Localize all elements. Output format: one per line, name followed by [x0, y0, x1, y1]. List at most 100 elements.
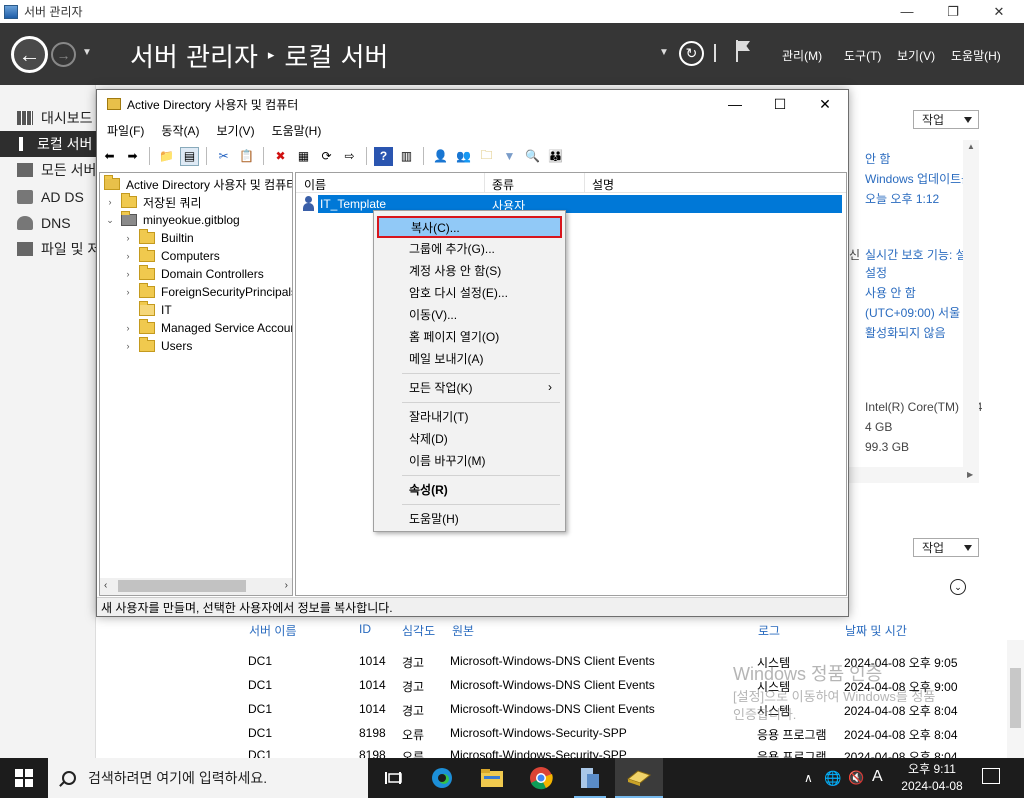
scroll-up-icon[interactable]: ▲ [967, 142, 975, 151]
new-ou-icon[interactable]: 🗀 [477, 147, 496, 166]
notification-center-icon[interactable] [982, 768, 1000, 784]
properties-hscrollbar[interactable] [848, 467, 963, 483]
property-value[interactable]: 안 함 [865, 150, 890, 167]
aduc-close-button[interactable]: ✕ [802, 90, 848, 118]
menu-item-rename[interactable]: 이름 바꾸기(M) [377, 449, 562, 471]
menu-action[interactable]: 동작(A) [161, 122, 199, 139]
col-name[interactable]: 이름 [304, 176, 326, 193]
help-icon[interactable]: ? [374, 146, 393, 166]
copy-icon[interactable]: 📋 [237, 147, 256, 166]
add-to-group-icon[interactable]: 👪 [546, 147, 565, 166]
edge-browser-icon[interactable] [418, 758, 466, 798]
file-explorer-icon[interactable] [468, 758, 516, 798]
chevron-right-icon[interactable]: › [122, 287, 134, 297]
tree-item-foreign-security[interactable]: › ForeignSecurityPrincipals [122, 283, 292, 301]
menu-view[interactable]: 보기(V) [897, 47, 935, 64]
events-col-server[interactable]: 서버 이름 [249, 622, 297, 639]
notifications-flag-icon[interactable] [736, 40, 752, 62]
events-col-log[interactable]: 로그 [758, 622, 780, 639]
collapse-circle-icon[interactable]: ⌄ [950, 579, 966, 595]
menu-item-send-mail[interactable]: 메일 보내기(A) [377, 347, 562, 369]
tree-item-users[interactable]: › Users [122, 337, 192, 355]
tree-root[interactable]: Active Directory 사용자 및 컴퓨터 [104, 175, 292, 193]
events-col-id[interactable]: ID [359, 622, 371, 636]
sidebar-item-all-servers[interactable]: 모든 서버 [0, 157, 96, 183]
menu-view[interactable]: 보기(V) [216, 122, 254, 139]
col-description[interactable]: 설명 [592, 176, 614, 193]
cut-icon[interactable]: ✂ [214, 147, 233, 166]
col-type[interactable]: 종류 [492, 176, 514, 193]
find-icon[interactable]: 🔍 [523, 147, 542, 166]
chevron-right-icon[interactable]: › [122, 269, 134, 279]
menu-tools[interactable]: 도구(T) [844, 47, 881, 64]
forward-arrow-icon[interactable]: ➡ [123, 147, 142, 166]
windows-start-icon[interactable] [15, 769, 33, 787]
menu-manage[interactable]: 관리(M) [782, 47, 822, 64]
back-arrow-icon[interactable]: ⬅ [100, 147, 119, 166]
properties-scrollbar[interactable]: ▲ ▶ [963, 140, 979, 483]
tree-item-managed-service[interactable]: › Managed Service Accounts [122, 319, 292, 337]
menu-item-copy[interactable]: 복사(C)... [377, 216, 562, 238]
property-value[interactable]: 실시간 보호 기능: 설정 [865, 246, 978, 263]
tree-item-it[interactable]: IT [122, 301, 172, 319]
menu-item-add-to-group[interactable]: 그룹에 추가(G)... [377, 237, 562, 259]
chevron-right-icon[interactable]: › [122, 341, 134, 351]
column-separator[interactable] [484, 173, 485, 193]
maximize-button[interactable]: ❐ [930, 0, 976, 23]
aduc-maximize-button[interactable]: ☐ [757, 90, 803, 118]
property-value[interactable]: 오늘 오후 1:12 [865, 190, 939, 207]
property-value[interactable]: 사용 안 함 [865, 284, 916, 301]
task-dropdown-events[interactable]: 작업 [913, 538, 979, 557]
scrollbar-thumb[interactable] [1010, 668, 1021, 728]
sidebar-item-local-server[interactable]: 로컬 서버 [0, 131, 96, 157]
events-col-source[interactable]: 원본 [452, 622, 474, 639]
menu-file[interactable]: 파일(F) [107, 122, 144, 139]
events-col-date[interactable]: 날짜 및 시간 [845, 622, 907, 639]
chevron-down-icon[interactable]: ⌄ [104, 215, 116, 226]
tree-domain[interactable]: ⌄ minyeokue.gitblog [104, 211, 240, 229]
tree-item-computers[interactable]: › Computers [122, 247, 220, 265]
menu-item-delete[interactable]: 삭제(D) [377, 427, 562, 449]
taskbar-search[interactable]: 검색하려면 여기에 입력하세요. [48, 758, 368, 798]
property-value[interactable]: (UTC+09:00) 서울 [865, 304, 960, 321]
delete-icon[interactable]: ✖ [271, 147, 290, 166]
filter-icon[interactable]: ▼ [500, 147, 519, 166]
tree-item-domain-controllers[interactable]: › Domain Controllers [122, 265, 264, 283]
ime-indicator[interactable]: A [872, 768, 883, 786]
column-separator[interactable] [584, 173, 585, 193]
volume-muted-icon[interactable]: 🔇 [848, 770, 864, 786]
scrollbar-thumb[interactable] [118, 580, 246, 592]
show-tree-icon[interactable]: ▤ [180, 146, 199, 166]
new-user-icon[interactable]: 👤 [431, 147, 450, 166]
menu-item-reset-password[interactable]: 암호 다시 설정(E)... [377, 281, 562, 303]
aduc-minimize-button[interactable]: — [712, 90, 758, 118]
sidebar-item-dns[interactable]: DNS [0, 210, 96, 236]
menu-item-help[interactable]: 도움말(H) [377, 507, 562, 529]
scroll-left-icon[interactable]: ‹ [104, 580, 107, 591]
menu-item-all-tasks[interactable]: 모든 작업(K) › [377, 376, 562, 398]
new-group-icon[interactable]: 👥 [454, 147, 473, 166]
menu-item-disable-account[interactable]: 계정 사용 안 함(S) [377, 259, 562, 281]
up-folder-icon[interactable]: 📁 [157, 147, 176, 166]
action-pane-icon[interactable]: ▥ [397, 147, 416, 166]
task-dropdown-top[interactable]: 작업 [913, 110, 979, 129]
chevron-right-icon[interactable]: › [104, 197, 116, 207]
menu-help[interactable]: 도움말(H) [272, 122, 322, 139]
tree-saved-queries[interactable]: › 저장된 쿼리 [104, 193, 202, 211]
chevron-right-icon[interactable]: › [122, 251, 134, 261]
sidebar-item-dashboard[interactable]: 대시보드 [0, 105, 96, 131]
header-dropdown-icon[interactable]: ▼ [659, 47, 669, 58]
task-view-icon[interactable] [369, 758, 417, 798]
property-value[interactable]: Windows 업데이트를 [865, 170, 972, 187]
refresh-icon[interactable]: ↻ [679, 41, 704, 66]
tree-item-builtin[interactable]: › Builtin [122, 229, 194, 247]
aduc-taskbar-icon[interactable] [615, 758, 663, 798]
menu-item-open-homepage[interactable]: 홈 페이지 열기(O) [377, 325, 562, 347]
tree-hscrollbar[interactable]: ‹ › [100, 578, 292, 595]
export-list-icon[interactable]: ⇨ [340, 147, 359, 166]
minimize-button[interactable]: — [884, 0, 930, 23]
chevron-right-icon[interactable]: › [122, 323, 134, 333]
sidebar-item-file-storage[interactable]: 파일 및 저장소 서비스 [0, 236, 96, 262]
taskbar-clock[interactable]: 오후 9:11 2024-04-08 [893, 761, 971, 795]
history-dropdown-icon[interactable]: ▼ [82, 47, 92, 58]
